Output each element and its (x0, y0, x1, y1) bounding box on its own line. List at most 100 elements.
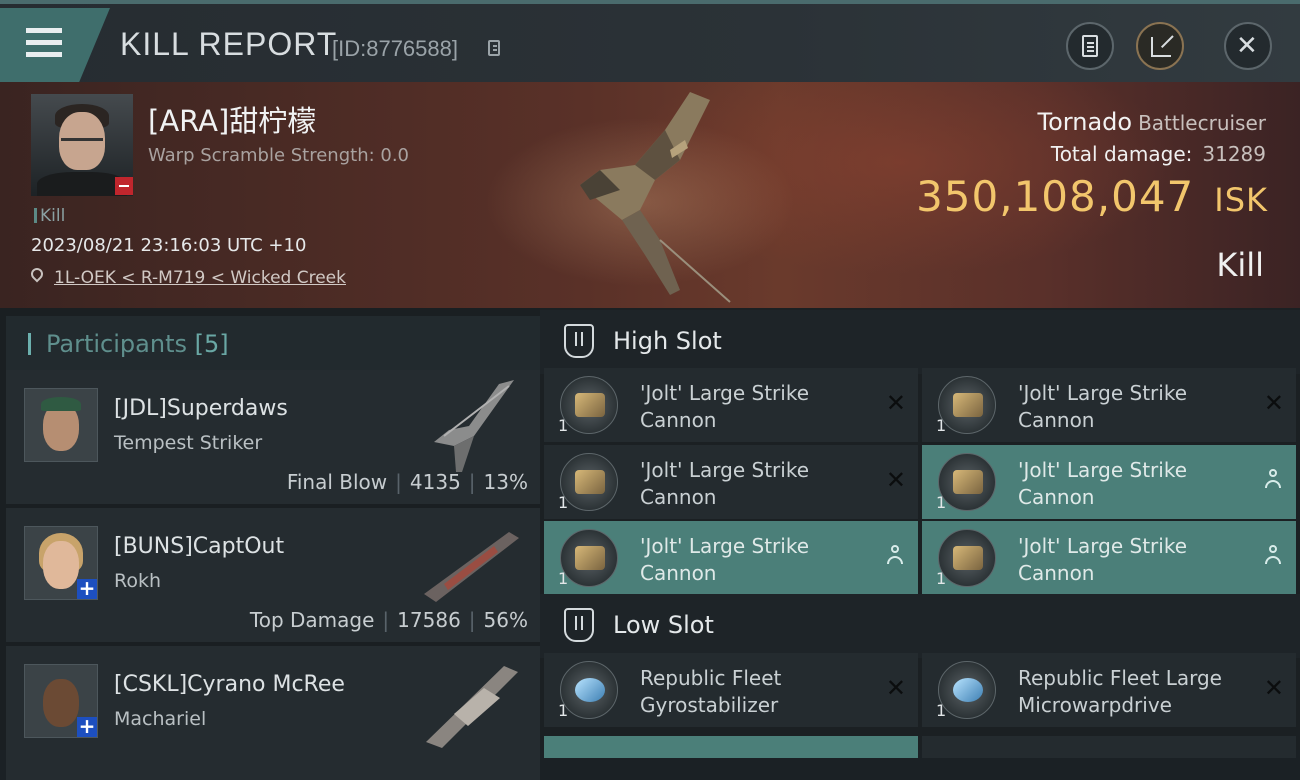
microwarpdrive-icon-core (953, 678, 983, 702)
microwarpdrive-icon (938, 661, 996, 719)
participant-damage: 4135 (409, 470, 461, 494)
module-quantity: 1 (558, 416, 569, 435)
participant-row[interactable]: [JDL]Superdaws Tempest Striker Final Blo… (6, 370, 540, 504)
module-quantity: 1 (936, 701, 947, 720)
avatar[interactable]: + (24, 526, 98, 600)
participant-row[interactable]: + [BUNS]CaptOut Rokh Top Damage | 17586 | 56… (6, 508, 540, 642)
header-marker (28, 333, 31, 355)
ship-class-text: Battlecruiser (1138, 111, 1266, 135)
report-id: [ID:8776588] (332, 36, 458, 61)
divider: | (468, 470, 476, 494)
module-name: 'Jolt' Large Strike Cannon (640, 534, 810, 585)
dropped-user-icon (1264, 545, 1282, 567)
participant-stats: Final Blow | 4135 | 13% (287, 470, 528, 494)
cannon-icon (560, 376, 618, 434)
destroyed-icon: ✕ (1263, 389, 1284, 417)
module-item-partial[interactable] (922, 736, 1296, 758)
cannon-icon-core (575, 470, 605, 494)
hamburger-icon-bar (26, 52, 62, 57)
cannon-icon-core (953, 393, 983, 417)
participant-percent: 13% (483, 470, 528, 494)
participant-row[interactable]: + [CSKL]Cyrano McRee Machariel (6, 646, 540, 780)
participant-name: [BUNS]CaptOut (114, 534, 285, 559)
high-slot-header: High Slot (540, 310, 1300, 374)
dropped-user-icon (1264, 469, 1282, 491)
victim-ship-image (580, 92, 731, 303)
divider: | (468, 608, 476, 632)
cannon-icon-core (953, 546, 983, 570)
destroyed-icon: ✕ (885, 674, 906, 702)
module-name: 'Jolt' Large Strike Cannon (640, 381, 810, 432)
cannon-icon (938, 529, 996, 587)
gyrostabilizer-icon-core (575, 678, 605, 702)
participant-name: [CSKL]Cyrano McRee (114, 672, 345, 697)
participants-title: Participants [5] (46, 330, 229, 358)
participant-ship: Rokh (114, 570, 162, 592)
plus-badge-icon: + (77, 714, 97, 738)
cannon-icon-core (575, 546, 605, 570)
participant-ship-image (434, 380, 514, 472)
module-quantity: 1 (558, 701, 569, 720)
minus-badge-icon (115, 177, 133, 195)
participants-title-text: Participants (46, 330, 187, 358)
module-item-partial[interactable] (544, 736, 918, 758)
total-damage: Total damage: 31289 (1051, 142, 1266, 166)
module-quantity: 1 (558, 569, 569, 588)
fitting-panel: High Slot 1 'Jolt' Large Strike Cannon ✕… (540, 308, 1300, 758)
module-item[interactable]: 1 'Jolt' Large Strike Cannon (544, 521, 918, 595)
participant-ship: Tempest Striker (114, 432, 263, 454)
destroyed-icon: ✕ (885, 389, 906, 417)
clipboard-button[interactable] (1066, 22, 1114, 70)
module-item[interactable]: 1 'Jolt' Large Strike Cannon ✕ (922, 368, 1296, 442)
cannon-icon (560, 529, 618, 587)
warp-scramble-strength: Warp Scramble Strength: 0.0 (148, 145, 410, 166)
avatar-suit (37, 172, 127, 196)
module-name: 'Jolt' Large Strike Cannon (1018, 381, 1188, 432)
avatar[interactable]: + (24, 664, 98, 738)
module-name: Republic Fleet Large Microwarpdrive (1018, 666, 1222, 717)
share-icon (1151, 37, 1171, 57)
avatar-face (43, 541, 79, 589)
cannon-icon-core (575, 393, 605, 417)
cannon-icon (938, 453, 996, 511)
module-item[interactable]: 1 'Jolt' Large Strike Cannon (922, 521, 1296, 595)
victim-name[interactable]: [ARA]甜柠檬 (148, 98, 316, 140)
module-item[interactable]: 1 Republic Fleet Large Microwarpdrive ✕ (922, 653, 1296, 727)
participants-header: Participants [5] (6, 316, 540, 372)
module-item[interactable]: 1 Republic Fleet Gyrostabilizer ✕ (544, 653, 918, 727)
close-icon: ✕ (1236, 31, 1258, 61)
menu-button[interactable] (0, 8, 110, 82)
close-button[interactable]: ✕ (1224, 22, 1272, 70)
participant-damage: 17586 (397, 608, 461, 632)
avatar-glasses (61, 138, 103, 151)
isk-unit: ISK (1214, 181, 1268, 219)
high-slot-icon (564, 324, 594, 358)
hamburger-icon (26, 28, 62, 33)
participants-panel: Participants [5] [JDL]Superdaws Tempest … (0, 308, 540, 780)
module-quantity: 1 (936, 569, 947, 588)
copy-id-icon[interactable] (488, 40, 500, 56)
hamburger-icon-bar (26, 40, 62, 45)
divider: | (395, 470, 402, 494)
module-item[interactable]: 1 'Jolt' Large Strike Cannon ✕ (544, 445, 918, 519)
kill-timestamp: 2023/08/21 23:16:03 UTC +10 (31, 235, 307, 256)
page-title: KILL REPORT (120, 26, 338, 62)
low-slot-header: Low Slot (540, 594, 1300, 658)
result-label: Kill (1216, 246, 1264, 284)
avatar[interactable] (24, 388, 98, 462)
module-item[interactable]: 1 'Jolt' Large Strike Cannon ✕ (544, 368, 918, 442)
participant-role: Final Blow (286, 470, 388, 494)
isk-amount: 350,108,047 (916, 172, 1195, 221)
ship-name-text: Tornado (1037, 108, 1133, 136)
victim-ship[interactable]: Tornado Battlecruiser (1038, 108, 1266, 136)
cannon-icon (560, 453, 618, 511)
module-item[interactable]: 1 'Jolt' Large Strike Cannon (922, 445, 1296, 519)
module-name: 'Jolt' Large Strike Cannon (1018, 458, 1188, 509)
clipboard-icon (1082, 35, 1098, 57)
participant-ship-image (424, 532, 519, 602)
isk-value: 350,108,047 ISK (916, 172, 1268, 221)
low-slot-title: Low Slot (613, 611, 714, 639)
participant-name: [JDL]Superdaws (114, 396, 288, 421)
location-link[interactable]: 1L-OEK < R-M719 < Wicked Creek (54, 268, 346, 288)
share-button[interactable] (1136, 22, 1184, 70)
